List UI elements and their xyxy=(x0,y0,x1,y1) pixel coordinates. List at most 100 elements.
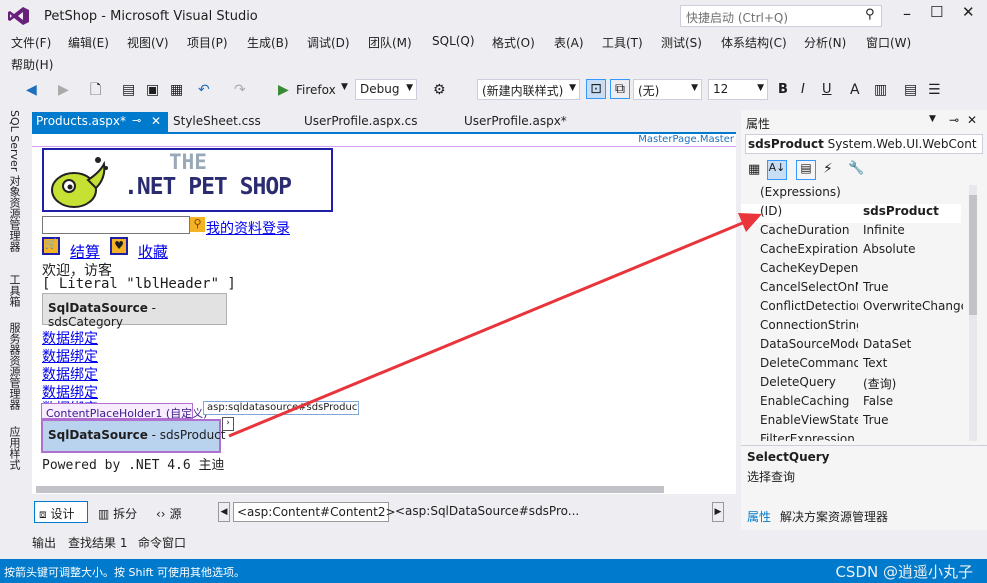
underline-button[interactable]: U xyxy=(822,82,832,97)
content-placeholder-tag[interactable]: ContentPlaceHolder1 (自定义) xyxy=(41,403,207,420)
font-size-select[interactable]: 12 ▼ xyxy=(708,79,768,100)
tab-toolbox[interactable]: 工具箱 xyxy=(6,274,22,307)
redo-icon[interactable]: ↷ xyxy=(234,81,246,99)
forward-icon[interactable]: ▶ xyxy=(58,81,69,99)
sds-product-control[interactable]: SqlDataSource - sdsProduct xyxy=(41,419,226,453)
chevron-down-icon[interactable]: ▼ xyxy=(341,82,348,92)
categorized-icon[interactable]: ▦ xyxy=(748,162,760,177)
attach-icon[interactable]: ⚙ xyxy=(433,81,446,99)
bullets-icon[interactable]: ☰ xyxy=(928,81,941,99)
property-scrollbar[interactable] xyxy=(969,185,977,441)
split-view-button[interactable]: ▥ 拆分 xyxy=(98,505,137,522)
bind-link-3[interactable]: 数据绑定 xyxy=(42,364,98,384)
prop-row[interactable]: FilterExpression xyxy=(741,432,961,441)
prop-row[interactable]: DataSourceMode DataSet xyxy=(741,337,961,356)
open-icon[interactable]: ▤ xyxy=(122,81,135,99)
prop-row[interactable]: DeleteCommand Text xyxy=(741,356,961,375)
close-icon[interactable]: ✕ xyxy=(967,113,977,127)
tab-server-explorer[interactable]: 服务器资源管理器 xyxy=(6,322,22,410)
object-selector[interactable]: sdsProduct System.Web.UI.WebCont xyxy=(745,134,983,154)
pin-icon[interactable]: ⊸ xyxy=(949,113,959,127)
dropdown-icon[interactable]: ▼ xyxy=(929,114,936,124)
tab-stylesheet-css[interactable]: StyleSheet.css xyxy=(169,112,265,132)
save-all-icon[interactable]: ▦ xyxy=(170,81,183,99)
menu-debug[interactable]: 调试(D) xyxy=(307,34,350,51)
bind-link-2[interactable]: 数据绑定 xyxy=(42,346,98,366)
tab-apply-styles[interactable]: 应用样式 xyxy=(6,426,22,470)
menu-architecture[interactable]: 体系结构(C) xyxy=(721,34,787,51)
prop-row[interactable]: CacheExpirationP Absolute xyxy=(741,242,961,261)
menu-table[interactable]: 表(A) xyxy=(554,34,584,51)
events-icon[interactable]: ⚡ xyxy=(823,161,833,177)
breadcrumb-left-icon[interactable]: ◀ xyxy=(218,502,230,522)
cart-icon[interactable]: 🛒 xyxy=(42,237,60,255)
design-surface[interactable]: MasterPage.Master THE .NET PET SHOP ⚲ 我的… xyxy=(32,132,736,494)
prop-row[interactable]: CancelSelectOnN True xyxy=(741,280,961,299)
alphabetical-icon[interactable]: A↓ xyxy=(767,160,787,180)
font-name-select[interactable]: (无) ▼ xyxy=(633,79,702,100)
menu-help[interactable]: 帮助(H) xyxy=(11,56,53,73)
menu-team[interactable]: 团队(M) xyxy=(368,34,412,51)
prop-row[interactable]: DeleteQuery (查询) xyxy=(741,375,961,394)
close-icon[interactable]: ✕ xyxy=(151,114,161,128)
horizontal-scrollbar[interactable] xyxy=(36,486,664,493)
prop-row[interactable]: CacheDuration Infinite xyxy=(741,223,961,242)
font-color-icon[interactable]: A xyxy=(850,81,860,99)
tab-solution-explorer[interactable]: 解决方案资源管理器 xyxy=(780,508,888,525)
smart-tag-chevron-icon[interactable]: › xyxy=(222,417,234,431)
bold-button[interactable]: B xyxy=(778,82,788,97)
quick-launch-input[interactable]: 快捷启动 (Ctrl+Q) ⚲ xyxy=(680,5,882,27)
run-target[interactable]: Firefox xyxy=(296,83,336,97)
search-textbox[interactable] xyxy=(42,216,190,234)
property-pages-icon[interactable]: 🔧 xyxy=(848,161,864,176)
prop-row[interactable]: ConflictDetection OverwriteChange xyxy=(741,299,963,318)
close-button[interactable]: ✕ xyxy=(962,3,975,21)
align-icon[interactable]: ▤ xyxy=(904,81,917,99)
maximize-button[interactable]: ☐ xyxy=(930,3,943,21)
pin-icon[interactable]: ⊸ xyxy=(132,114,141,127)
tab-properties[interactable]: 属性 xyxy=(747,508,771,525)
property-grid[interactable]: (Expressions) (ID) sdsProduct CacheDurati… xyxy=(741,185,967,441)
menu-file[interactable]: 文件(F) xyxy=(11,34,51,51)
scrollbar-thumb[interactable] xyxy=(969,195,977,315)
tab-output[interactable]: 输出 xyxy=(32,534,56,551)
prop-row-id[interactable]: (ID) sdsProduct xyxy=(741,204,961,223)
sds-category-control[interactable]: SqlDataSource - sdsCategory xyxy=(42,293,227,329)
menu-build[interactable]: 生成(B) xyxy=(247,34,289,51)
checkout-link[interactable]: 结算 xyxy=(70,241,100,262)
style-mode-select[interactable]: (新建内联样式) ▼ xyxy=(477,79,580,100)
bind-link-1[interactable]: 数据绑定 xyxy=(42,328,98,348)
undo-icon[interactable]: ↶ xyxy=(198,81,210,99)
tab-command-window[interactable]: 命令窗口 xyxy=(138,534,186,551)
login-link[interactable]: 我的资料登录 xyxy=(206,218,290,238)
breadcrumb-right-icon[interactable]: ▶ xyxy=(712,502,724,522)
menu-tools[interactable]: 工具(T) xyxy=(602,34,643,51)
tab-sql-server-explorer[interactable]: SQL Server 对象资源管理器 xyxy=(6,110,22,252)
prop-row[interactable]: ConnectionString xyxy=(741,318,961,337)
breadcrumb-sqldatasource[interactable]: <asp:SqlDataSource#sdsPro... xyxy=(392,502,592,522)
new-project-icon[interactable]: 🗋 xyxy=(90,81,101,99)
breadcrumb-content[interactable]: <asp:Content#Content2> xyxy=(233,502,396,522)
tab-userprofile-aspx[interactable]: UserProfile.aspx* xyxy=(460,112,571,132)
source-view-button[interactable]: ‹› 源 xyxy=(156,505,181,522)
menu-edit[interactable]: 编辑(E) xyxy=(68,34,109,51)
highlight-icon[interactable]: ▥ xyxy=(874,81,887,99)
italic-button[interactable]: I xyxy=(801,82,805,97)
menu-format[interactable]: 格式(O) xyxy=(492,34,535,51)
heart-icon[interactable]: ♥ xyxy=(110,237,128,255)
back-icon[interactable]: ◀ xyxy=(26,81,37,99)
prop-row[interactable]: (Expressions) xyxy=(741,185,961,204)
tab-products-aspx[interactable]: Products.aspx* ⊸ ✕ xyxy=(32,112,168,132)
absolute-position-icon[interactable]: ⊡ xyxy=(586,79,606,99)
prop-row[interactable]: CacheKeyDepend xyxy=(741,261,961,280)
tab-find-results[interactable]: 查找结果 1 xyxy=(68,534,127,551)
search-button-icon[interactable]: ⚲ xyxy=(190,217,205,232)
menu-sql[interactable]: SQL(Q) xyxy=(432,34,475,48)
properties-icon[interactable]: ▤ xyxy=(796,160,816,180)
design-view-button[interactable]: ⧈ 设计 xyxy=(34,501,88,523)
prop-row[interactable]: EnableViewState True xyxy=(741,413,961,432)
favorites-link[interactable]: 收藏 xyxy=(138,241,168,262)
tab-userprofile-cs[interactable]: UserProfile.aspx.cs xyxy=(300,112,421,132)
minimize-button[interactable]: – xyxy=(903,4,911,23)
config-select[interactable]: Debug ▼ xyxy=(355,79,417,100)
